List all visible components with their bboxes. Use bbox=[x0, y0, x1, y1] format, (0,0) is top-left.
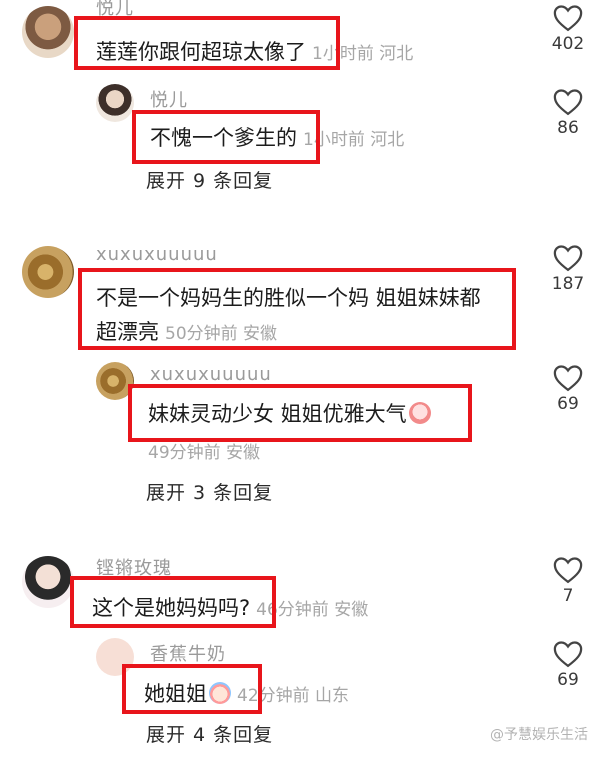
reply-username[interactable]: 香蕉牛奶 bbox=[150, 640, 226, 666]
highlight-box bbox=[78, 268, 516, 350]
like-count: 7 bbox=[562, 586, 574, 606]
like-count: 69 bbox=[557, 394, 579, 414]
expand-replies-button[interactable]: 展开 9 条回复 bbox=[146, 166, 273, 193]
like-button[interactable]: 69 bbox=[548, 364, 588, 414]
avatar[interactable] bbox=[22, 6, 74, 58]
avatar[interactable] bbox=[96, 84, 134, 122]
like-button[interactable]: 7 bbox=[548, 556, 588, 606]
heart-outline-icon bbox=[553, 365, 583, 392]
expand-replies-button[interactable]: 展开 4 条回复 bbox=[146, 720, 273, 747]
like-count: 402 bbox=[551, 34, 585, 54]
like-button[interactable]: 86 bbox=[548, 88, 588, 138]
reply-username[interactable]: xuxuxuuuuu bbox=[150, 364, 272, 385]
like-button[interactable]: 402 bbox=[548, 4, 588, 54]
reply-username[interactable]: 悦儿 bbox=[150, 86, 188, 112]
like-count: 69 bbox=[557, 670, 579, 690]
watermark: @予慧娱乐生活 bbox=[490, 727, 588, 743]
avatar[interactable] bbox=[22, 556, 74, 608]
highlight-box bbox=[122, 664, 262, 714]
like-button[interactable]: 187 bbox=[548, 244, 588, 294]
highlight-box bbox=[70, 576, 276, 628]
heart-outline-icon bbox=[553, 5, 583, 32]
heart-outline-icon bbox=[553, 245, 583, 272]
highlight-box bbox=[128, 384, 472, 442]
avatar[interactable] bbox=[22, 246, 74, 298]
like-count: 86 bbox=[557, 118, 579, 138]
heart-outline-icon bbox=[553, 557, 583, 584]
like-button[interactable]: 69 bbox=[548, 640, 588, 690]
comment-username[interactable]: xuxuxuuuuu bbox=[96, 244, 218, 265]
highlight-box bbox=[132, 110, 320, 164]
like-count: 187 bbox=[551, 274, 585, 294]
highlight-box bbox=[74, 16, 340, 70]
heart-outline-icon bbox=[553, 641, 583, 668]
heart-outline-icon bbox=[553, 89, 583, 116]
expand-replies-button[interactable]: 展开 3 条回复 bbox=[146, 478, 273, 505]
